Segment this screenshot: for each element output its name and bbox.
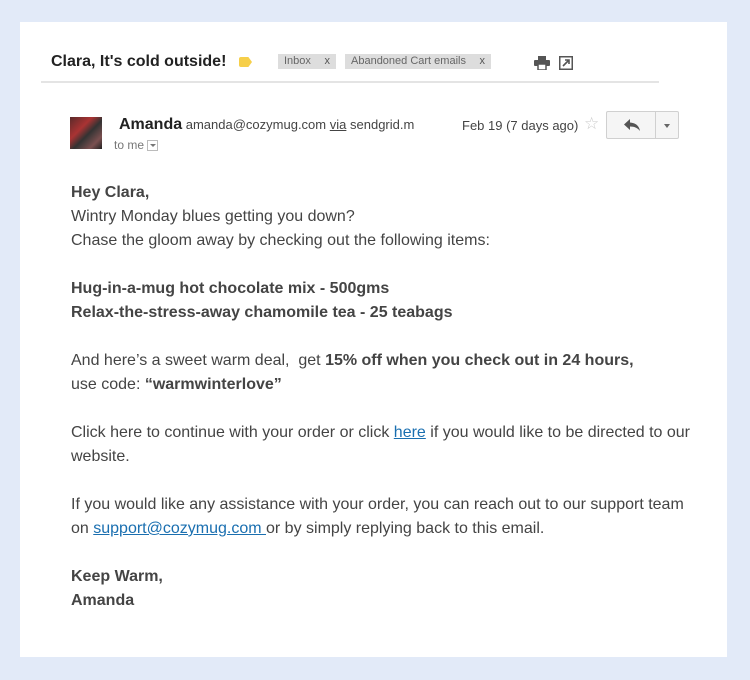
email-subject: Clara, It's cold outside! <box>51 53 227 70</box>
sender-line: Amanda amanda@cozymug.com via sendgrid.m <box>119 116 414 134</box>
email-date: Feb 19 (7 days ago) <box>462 118 579 133</box>
signoff: Keep Warm, <box>71 568 163 585</box>
item-1: Hug-in-a-mug hot chocolate mix - 500gms <box>71 280 390 297</box>
label-tag-icon[interactable] <box>239 57 252 67</box>
continue-paragraph: Click here to continue with your order o… <box>71 421 691 469</box>
deal-text: And here’s a sweet warm deal, get <box>71 352 326 369</box>
remove-label-button[interactable]: x <box>480 54 486 69</box>
reply-button[interactable] <box>606 111 656 139</box>
item-2: Relax-the-stress-away chamomile tea - 25… <box>71 304 453 321</box>
support-email-link[interactable]: support@cozymug.com <box>93 520 266 537</box>
label-chip-abandoned-cart[interactable]: Abandoned Cart emails x <box>345 54 491 69</box>
deal-code: “warmwinterlove” <box>144 376 282 393</box>
items-paragraph: Hug-in-a-mug hot chocolate mix - 500gms … <box>71 277 691 325</box>
label-chip-text: Abandoned Cart emails <box>351 55 466 67</box>
intro-line-1: Wintry Monday blues getting you down? <box>71 208 355 225</box>
deal-code-label: use code: <box>71 376 145 393</box>
support-text-end: or by simply replying back to this email… <box>266 520 545 537</box>
website-link[interactable]: here <box>394 424 426 441</box>
email-body: Hey Clara, Wintry Monday blues getting y… <box>71 181 691 637</box>
deal-paragraph: And here’s a sweet warm deal, get 15% of… <box>71 349 691 397</box>
signature-block: Keep Warm, Amanda <box>71 565 691 613</box>
via-link[interactable]: via <box>330 117 347 132</box>
chevron-down-icon[interactable] <box>147 140 159 152</box>
intro-line-2: Chase the gloom away by checking out the… <box>71 232 490 249</box>
sender-address: amanda@cozymug.com <box>185 117 327 132</box>
star-icon[interactable]: ☆ <box>584 114 599 134</box>
remove-label-button[interactable]: x <box>325 54 331 69</box>
support-paragraph: If you would like any assistance with yo… <box>71 493 691 541</box>
new-window-icon[interactable] <box>559 56 573 70</box>
recipient-details[interactable]: to me <box>114 138 159 152</box>
subject-bar: Clara, It's cold outside! Inbox x Abando… <box>41 47 659 83</box>
intro-paragraph: Hey Clara, Wintry Monday blues getting y… <box>71 181 691 253</box>
deal-highlight: 15% off when you check out in 24 hours, <box>325 352 634 369</box>
label-chip-inbox[interactable]: Inbox x <box>278 54 336 69</box>
more-actions-button[interactable] <box>656 111 679 139</box>
print-icon[interactable] <box>534 56 550 70</box>
label-chip-text: Inbox <box>284 55 311 67</box>
recipient-label: to me <box>114 138 145 152</box>
sender-name[interactable]: Amanda <box>119 116 182 133</box>
greeting: Hey Clara, <box>71 184 150 201</box>
avatar[interactable] <box>70 117 102 149</box>
via-domain: sendgrid.m <box>350 117 415 132</box>
continue-text: Click here to continue with your order o… <box>71 424 394 441</box>
reply-icon <box>624 119 640 131</box>
signature: Amanda <box>71 592 135 609</box>
